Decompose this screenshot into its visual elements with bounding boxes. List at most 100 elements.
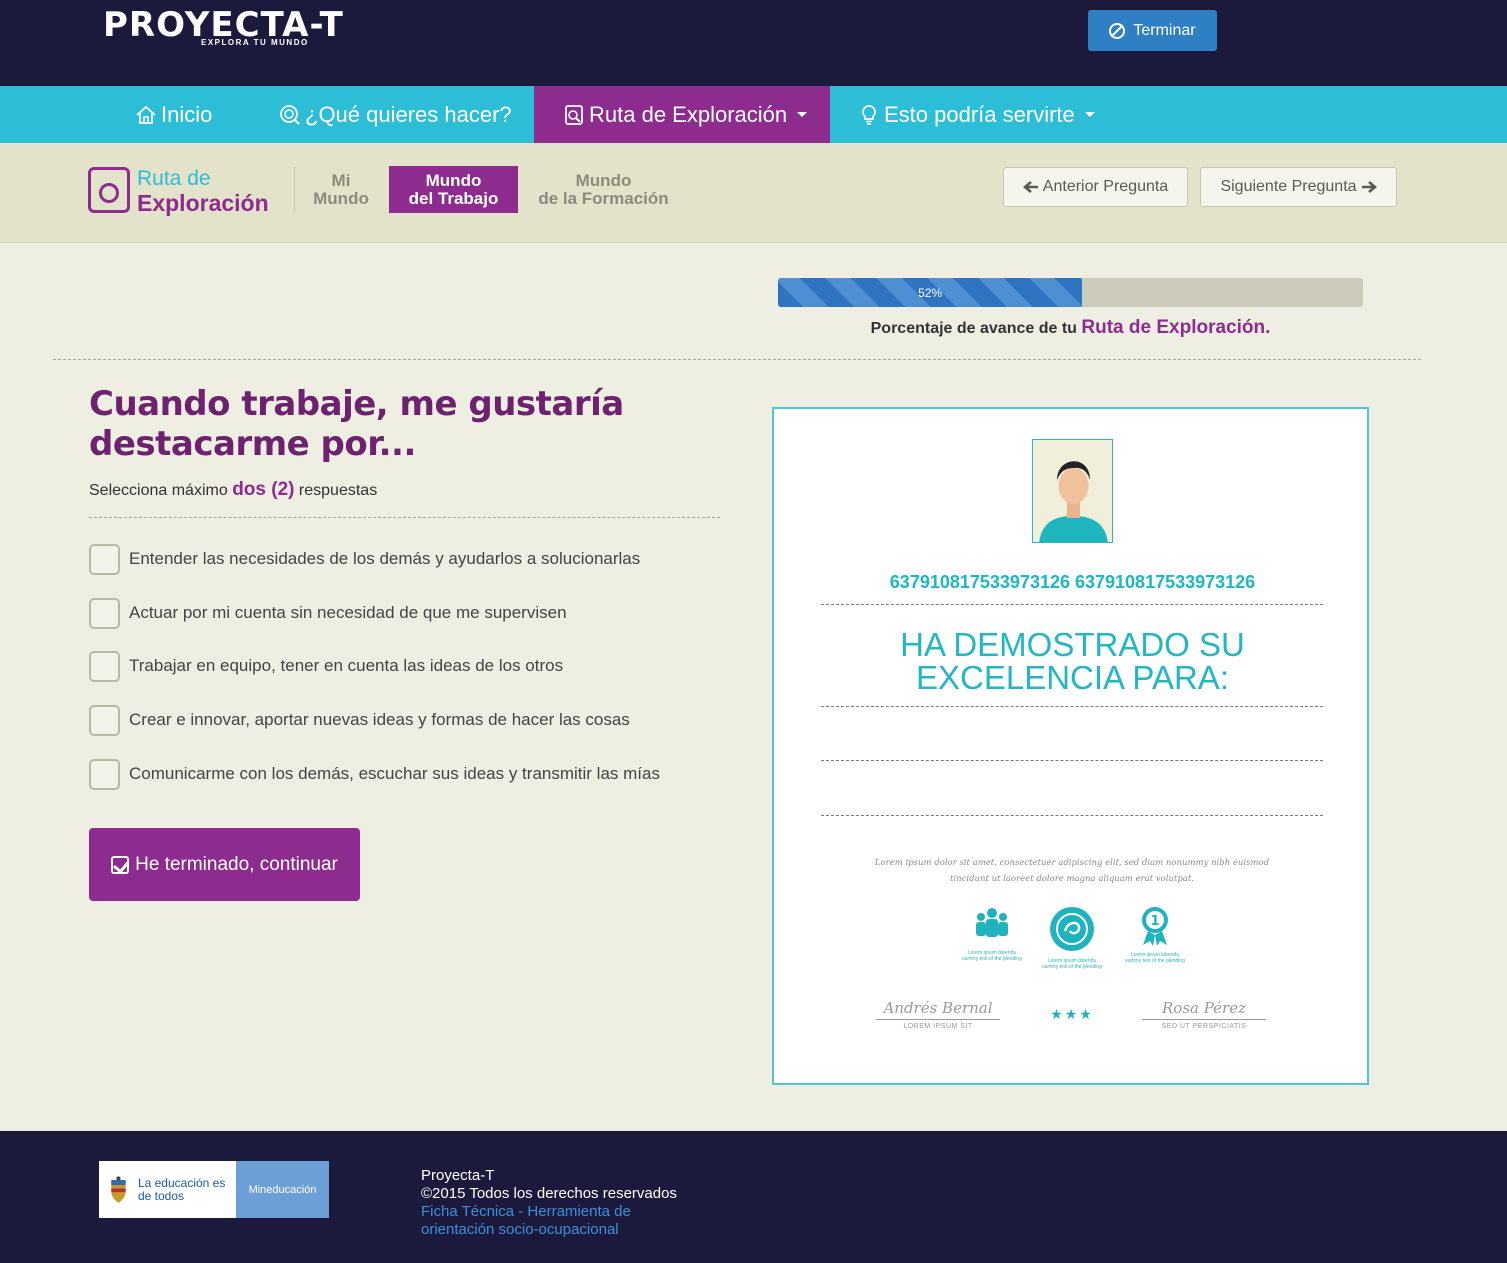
top-header: PROYECTA-T EXPLORA TU MUNDO Terminar [0, 0, 1507, 86]
answer-option[interactable]: Trabajar en equipo, tener en cuenta las … [89, 650, 563, 682]
tab-line1: Mundo [425, 170, 482, 190]
certificate-heading: HA DEMOSTRADO SU EXCELENCIA PARA: [774, 628, 1371, 694]
certificate-emblem-team: Lorem ipsum bibendu summy text of the pl… [962, 905, 1022, 962]
document-search-icon [565, 104, 583, 125]
previous-question-label: Anterior Pregunta [1042, 178, 1169, 195]
footer-brand: Proyecta-T [421, 1167, 495, 1184]
emblem-caption: Lorem ipsum bibendu summy text of the pl… [962, 950, 1022, 962]
main-nav: Inicio ¿Qué quieres hacer? Ruta de Explo… [0, 86, 1507, 143]
section-title: Ruta de Exploración [137, 167, 269, 215]
ruta-exploracion-icon [88, 167, 130, 213]
instruction-highlight: dos (2) [232, 479, 295, 500]
signature-left-role: LOREM IPSUM SIT [903, 1023, 973, 1030]
logo-text: PROYECTA-T [103, 5, 344, 45]
certificate-emblem-seal: Lorem ipsum bibendu summy text of the pl… [1042, 905, 1102, 970]
continue-label: He terminado, continuar [135, 853, 338, 875]
coat-of-arms-icon [111, 1175, 126, 1203]
home-icon [136, 105, 156, 124]
answer-option[interactable]: Entender las necesidades de los demás y … [89, 543, 640, 575]
option-checkbox[interactable] [89, 758, 120, 790]
previous-question-button[interactable]: Anterior Pregunta [1003, 167, 1188, 207]
sub-header: Ruta de Exploración Mi Mundo Mundo del T… [0, 143, 1507, 243]
section-divider [53, 359, 1421, 360]
certificate-heading-line1: HA DEMOSTRADO SU [900, 626, 1245, 663]
answer-option[interactable]: Actuar por mi cuenta sin necesidad de qu… [89, 597, 567, 629]
instruction-prefix: Selecciona máximo [89, 482, 228, 499]
avatar-photo [1032, 439, 1113, 543]
badge-left: La educación es de todos [99, 1161, 236, 1218]
option-checkbox[interactable] [89, 704, 120, 736]
instruction-suffix: respuestas [298, 482, 378, 499]
svg-text:1: 1 [1150, 914, 1159, 929]
divider [294, 167, 295, 213]
chevron-down-icon [1084, 112, 1095, 117]
signature-right-role: SED UT PERSPICIATIS [1161, 1023, 1247, 1030]
check-square-icon [111, 855, 130, 874]
certificate-divider [821, 760, 1323, 761]
ficha-tecnica-link[interactable]: Ficha Técnica - Herramienta de orientaci… [421, 1203, 661, 1239]
answer-option[interactable]: Crear e innovar, aportar nuevas ideas y … [89, 704, 630, 736]
terminar-label: Terminar [1133, 21, 1196, 39]
signature-right: Rosa Pérez SED UT PERSPICIATIS [1142, 999, 1266, 1030]
proyecta-t-logo[interactable]: PROYECTA-T EXPLORA TU MUNDO [103, 8, 344, 47]
continue-button[interactable]: He terminado, continuar [89, 828, 360, 901]
badge-right: Mineducación [236, 1161, 329, 1218]
nav-item-inicio[interactable]: Inicio [135, 86, 212, 143]
tab-mundo-del-trabajo[interactable]: Mundo del Trabajo [389, 166, 518, 213]
terminar-button[interactable]: Terminar [1088, 10, 1217, 51]
option-label: Trabajar en equipo, tener en cuenta las … [129, 656, 564, 675]
option-checkbox[interactable] [89, 543, 120, 575]
ban-icon [1109, 22, 1126, 39]
option-checkbox[interactable] [89, 597, 120, 629]
lightbulb-icon [862, 104, 876, 125]
target-search-icon [280, 104, 300, 125]
footer: La educación es de todos Mineducación Pr… [0, 1131, 1507, 1263]
nav-item-ruta-de-exploracion[interactable]: Ruta de Exploración [534, 86, 830, 143]
nav-label: Esto podría servirte [884, 101, 1075, 127]
progress-caption-highlight: Ruta de Exploración. [1081, 317, 1271, 338]
next-question-label: Siguiente Pregunta [1220, 178, 1357, 195]
tab-line2: Mundo [313, 188, 369, 208]
certificate-divider [821, 706, 1323, 707]
footer-copyright: ©2015 Todos los derechos reservados [421, 1185, 677, 1202]
signature-left: Andrés Bernal LOREM IPSUM SIT [876, 999, 1000, 1030]
option-label: Actuar por mi cuenta sin necesidad de qu… [129, 603, 567, 622]
question-divider [89, 517, 720, 518]
certificate-divider [821, 815, 1323, 816]
progress-fill: 52% [778, 278, 1083, 307]
option-checkbox[interactable] [89, 650, 120, 682]
option-label: Crear e innovar, aportar nuevas ideas y … [129, 710, 630, 729]
footer-info: Proyecta-T ©2015 Todos los derechos rese… [421, 1167, 677, 1239]
nav-item-esto-podria-servirte[interactable]: Esto podría servirte [858, 86, 1095, 143]
certificate-preview: 637910817533973126 637910817533973126 HA… [772, 407, 1369, 1085]
certificate-code: 637910817533973126 637910817533973126 [889, 572, 1256, 592]
signature-right-name: Rosa Pérez [1142, 999, 1266, 1020]
progress-caption: Porcentaje de avance de tu Ruta de Explo… [778, 317, 1363, 339]
tab-line2: del Trabajo [408, 188, 499, 208]
team-icon [976, 908, 1008, 937]
nav-item-que-quieres-hacer[interactable]: ¿Qué quieres hacer? [279, 86, 512, 143]
tab-mundo-de-la-formacion[interactable]: Mundo de la Formación [532, 166, 675, 213]
tab-line1: Mi [331, 170, 351, 190]
certificate-heading-line2: EXCELENCIA PARA: [915, 659, 1229, 696]
chevron-down-icon [797, 112, 808, 117]
stars-decoration: ★★★ [1050, 1006, 1094, 1022]
mineducacion-badge[interactable]: La educación es de todos Mineducación [99, 1161, 329, 1218]
nav-label: Ruta de Exploración [589, 101, 788, 127]
tab-line1: Mundo [575, 170, 632, 190]
tab-mi-mundo[interactable]: Mi Mundo [309, 166, 373, 213]
progress-label: 52% [918, 285, 943, 300]
nav-label: Inicio [161, 101, 213, 127]
option-label: Entender las necesidades de los demás y … [129, 549, 641, 568]
seal-icon [1050, 907, 1094, 951]
option-label: Comunicarme con los demás, escuchar sus … [129, 764, 660, 783]
nav-label: ¿Qué quieres hacer? [305, 101, 512, 127]
arrow-right-icon [1361, 181, 1377, 193]
question-title: Cuando trabaje, me gustaría destacarme p… [89, 384, 624, 464]
award-ribbon-icon: 1 [1142, 907, 1168, 946]
answer-option[interactable]: Comunicarme con los demás, escuchar sus … [89, 758, 660, 790]
next-question-button[interactable]: Siguiente Pregunta [1200, 167, 1397, 207]
section-title-line2: Exploración [137, 190, 269, 216]
progress-caption-prefix: Porcentaje de avance de tu [870, 320, 1077, 337]
arrow-left-icon [1022, 181, 1038, 193]
